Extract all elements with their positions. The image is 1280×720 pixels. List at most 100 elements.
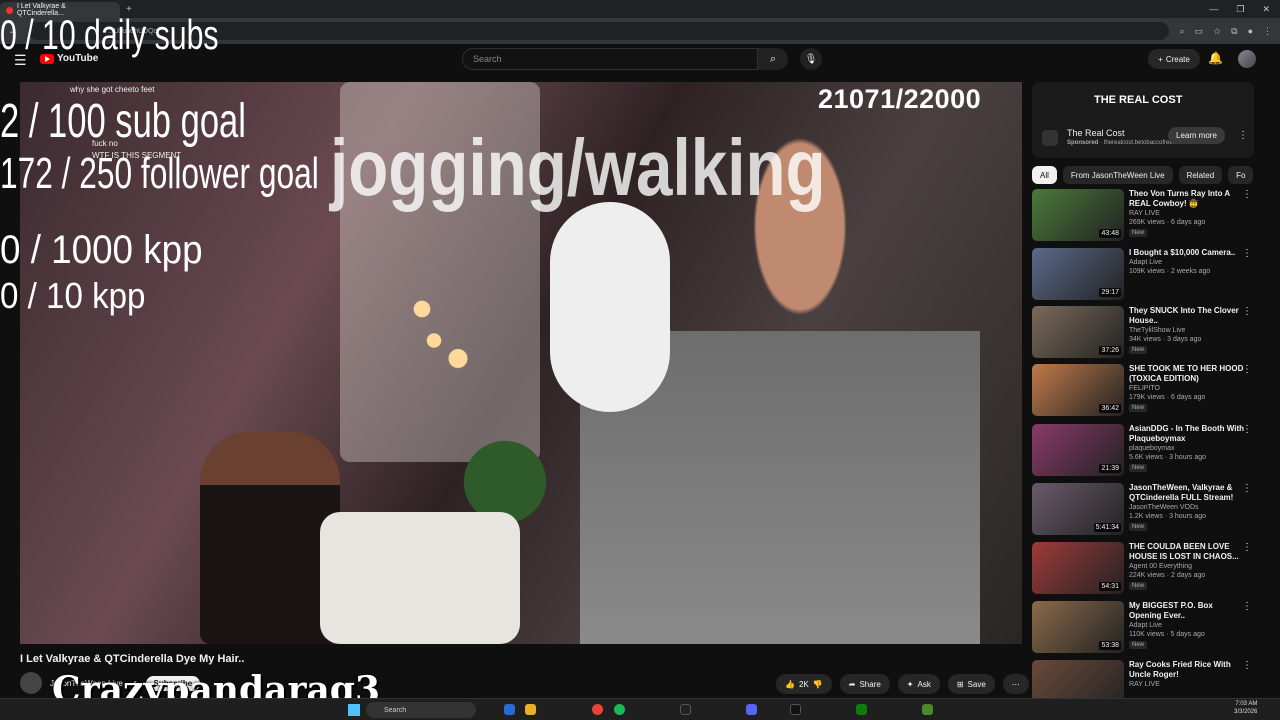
menu-icon[interactable]: ⋮ xyxy=(1263,26,1272,37)
recommendation-menu-icon[interactable]: ⋮ xyxy=(1242,248,1252,259)
recommendation-channel[interactable]: RAY LIVE xyxy=(1129,680,1247,689)
ad-channel-icon xyxy=(1042,130,1058,146)
recommendation-meta: 5.6K views · 3 hours ago xyxy=(1129,454,1207,462)
recommendation-item[interactable]: 54:31 THE COULDA BEEN LOVE HOUSE IS LOST … xyxy=(1032,542,1272,596)
recommendation-menu-icon[interactable]: ⋮ xyxy=(1242,189,1252,200)
video-thumbnail[interactable]: 43:48 xyxy=(1032,189,1124,241)
recommendation-item[interactable]: 43:48 Theo Von Turns Ray Into A REAL Cowb… xyxy=(1032,189,1272,243)
learn-more-button[interactable]: Learn more xyxy=(1168,127,1225,144)
chat-message: why she got cheeto feet xyxy=(70,85,155,94)
like-button[interactable]: 👍 2K 👎 xyxy=(776,674,832,694)
xbox-icon[interactable] xyxy=(856,704,867,715)
recommendation-channel[interactable]: TheTylilShow Live xyxy=(1129,326,1247,335)
recommendation-item[interactable]: 37:26 They SNUCK Into The Clover House.. T… xyxy=(1032,306,1272,360)
recommendation-title[interactable]: I Bought a $10,000 Camera.. xyxy=(1129,248,1247,258)
maximize-icon[interactable]: ❐ xyxy=(1236,4,1244,15)
recommendation-info: I Bought a $10,000 Camera.. Adapt Live 109… xyxy=(1129,248,1247,302)
notifications-bell-icon[interactable]: 🔔 xyxy=(1208,51,1223,65)
video-scene-lamp xyxy=(410,282,470,372)
goal-counter: 21071/22000 xyxy=(818,84,982,114)
recommendation-item[interactable]: 36:42 SHE TOOK ME TO HER HOOD (TOXICA EDI… xyxy=(1032,364,1272,418)
like-count: 2K xyxy=(798,679,809,689)
recommendation-menu-icon[interactable]: ⋮ xyxy=(1242,660,1252,671)
cast-icon[interactable]: ▭ xyxy=(1195,26,1204,37)
taskbar-search[interactable]: Search xyxy=(366,702,476,718)
recommendation-menu-icon[interactable]: ⋮ xyxy=(1242,364,1252,375)
share-button[interactable]: ➦ Share xyxy=(839,674,890,694)
video-thumbnail[interactable]: 21:39 xyxy=(1032,424,1124,476)
zoom-icon[interactable]: ⌕ xyxy=(1179,26,1184,37)
profile-icon[interactable]: ● xyxy=(1248,26,1253,37)
recommendation-item[interactable]: 53:38 My BIGGEST P.O. Box Opening Ever.. A… xyxy=(1032,601,1272,655)
minimize-icon[interactable]: — xyxy=(1209,4,1218,15)
kpp-1000-overlay: 0 / 1000 kpp xyxy=(0,228,203,272)
recommendation-menu-icon[interactable]: ⋮ xyxy=(1242,483,1252,494)
recommendation-channel[interactable]: Agent 00 Everything xyxy=(1129,562,1247,571)
video-thumbnail[interactable]: 37:26 xyxy=(1032,306,1124,358)
recommendation-title[interactable]: AsianDDG - In The Booth With Plaqueboyma… xyxy=(1129,424,1247,444)
spotify-icon[interactable] xyxy=(614,704,625,715)
recommendation-item[interactable]: 29:17 I Bought a $10,000 Camera.. Adapt Li… xyxy=(1032,248,1272,302)
save-icon: ⊞ xyxy=(956,679,964,689)
recommendation-title[interactable]: JasonTheWeen, Valkyrae & QTCinderella FU… xyxy=(1129,483,1247,503)
sponsored-ad[interactable]: THE REAL COST The Real Cost Sponsored · … xyxy=(1032,82,1254,158)
close-icon[interactable]: ✕ xyxy=(1262,4,1270,15)
chip-related[interactable]: Related xyxy=(1178,166,1223,184)
recommendation-title[interactable]: My BIGGEST P.O. Box Opening Ever.. xyxy=(1129,601,1247,621)
chrome-icon[interactable] xyxy=(592,704,603,715)
windows-start-icon[interactable] xyxy=(348,704,360,716)
taskbar-time: 7:03 AM xyxy=(1235,701,1258,707)
recommendation-item[interactable]: 5:41:34 JasonTheWeen, Valkyrae & QTCinder… xyxy=(1032,483,1272,537)
recommendation-menu-icon[interactable]: ⋮ xyxy=(1242,601,1252,612)
chip-for-you[interactable]: Fo xyxy=(1228,166,1254,184)
chip-all[interactable]: All xyxy=(1032,166,1057,184)
recommendation-title[interactable]: They SNUCK Into The Clover House.. xyxy=(1129,306,1247,326)
video-thumbnail[interactable]: 29:17 xyxy=(1032,248,1124,300)
create-button[interactable]: + Create xyxy=(1148,49,1200,69)
minecraft-icon[interactable] xyxy=(922,704,933,715)
recommendation-meta: 179K views · 6 days ago xyxy=(1129,394,1206,402)
tiktok-icon[interactable] xyxy=(680,704,691,715)
recommendation-item[interactable]: 21:39 AsianDDG - In The Booth With Plaque… xyxy=(1032,424,1272,478)
search-input[interactable]: Search xyxy=(462,48,758,70)
recommendation-menu-icon[interactable]: ⋮ xyxy=(1242,306,1252,317)
recommendation-menu-icon[interactable]: ⋮ xyxy=(1242,424,1252,435)
chip-from-channel[interactable]: From JasonTheWeen Live xyxy=(1062,166,1173,184)
search-button[interactable]: ⌕ xyxy=(758,48,788,70)
recommendation-channel[interactable]: plaqueboymax xyxy=(1129,444,1247,453)
recommendation-menu-icon[interactable]: ⋮ xyxy=(1242,542,1252,553)
save-button[interactable]: ⊞ Save xyxy=(947,674,995,694)
taskbar-clock[interactable]: 7:03 AM 3/3/2026 xyxy=(1234,701,1257,717)
ask-button[interactable]: ✦ Ask xyxy=(897,674,940,694)
new-badge: New xyxy=(1129,522,1148,531)
recommendation-title[interactable]: Ray Cooks Fried Rice With Uncle Roger! xyxy=(1129,660,1247,680)
file-explorer-icon[interactable] xyxy=(525,704,536,715)
video-thumbnail[interactable]: 53:38 xyxy=(1032,601,1124,653)
video-thumbnail[interactable]: 54:31 xyxy=(1032,542,1124,594)
video-title: I Let Valkyrae & QTCinderella Dye My Hai… xyxy=(20,653,245,665)
recommendation-title[interactable]: Theo Von Turns Ray Into A REAL Cowboy! 🤠 xyxy=(1129,189,1247,209)
ad-menu-icon[interactable]: ⋮ xyxy=(1238,130,1248,141)
edge-icon[interactable] xyxy=(504,704,515,715)
more-actions-button[interactable]: ⋯ xyxy=(1002,674,1029,694)
ad-sponsored-label: Sponsored xyxy=(1067,140,1099,146)
recommendation-channel[interactable]: JasonTheWeen VODs xyxy=(1129,503,1247,512)
account-avatar[interactable] xyxy=(1238,50,1256,68)
thumbs-down-icon[interactable]: 👎 xyxy=(813,680,823,689)
video-thumbnail[interactable]: 36:42 xyxy=(1032,364,1124,416)
voice-search-button[interactable]: 🎙 xyxy=(800,48,822,70)
kick-icon[interactable] xyxy=(790,704,801,715)
video-thumbnail[interactable]: 5:41:34 xyxy=(1032,483,1124,535)
channel-avatar[interactable] xyxy=(20,672,42,694)
extensions-icon[interactable]: ⧉ xyxy=(1231,26,1237,37)
recommendation-title[interactable]: THE COULDA BEEN LOVE HOUSE IS LOST IN CH… xyxy=(1129,542,1247,562)
recommendation-channel[interactable]: FELIPITO xyxy=(1129,384,1247,393)
bookmark-star-icon[interactable]: ☆ xyxy=(1213,26,1221,37)
recommendation-title[interactable]: SHE TOOK ME TO HER HOOD (TOXICA EDITION) xyxy=(1129,364,1247,384)
recommendation-channel[interactable]: Adapt Live xyxy=(1129,621,1247,630)
page-scrollbar[interactable] xyxy=(1268,44,1280,698)
recommendation-channel[interactable]: RAY LIVE xyxy=(1129,209,1247,218)
activity-overlay-label: jogging/walking xyxy=(330,123,826,212)
recommendation-channel[interactable]: Adapt Live xyxy=(1129,258,1247,267)
discord-icon[interactable] xyxy=(746,704,757,715)
